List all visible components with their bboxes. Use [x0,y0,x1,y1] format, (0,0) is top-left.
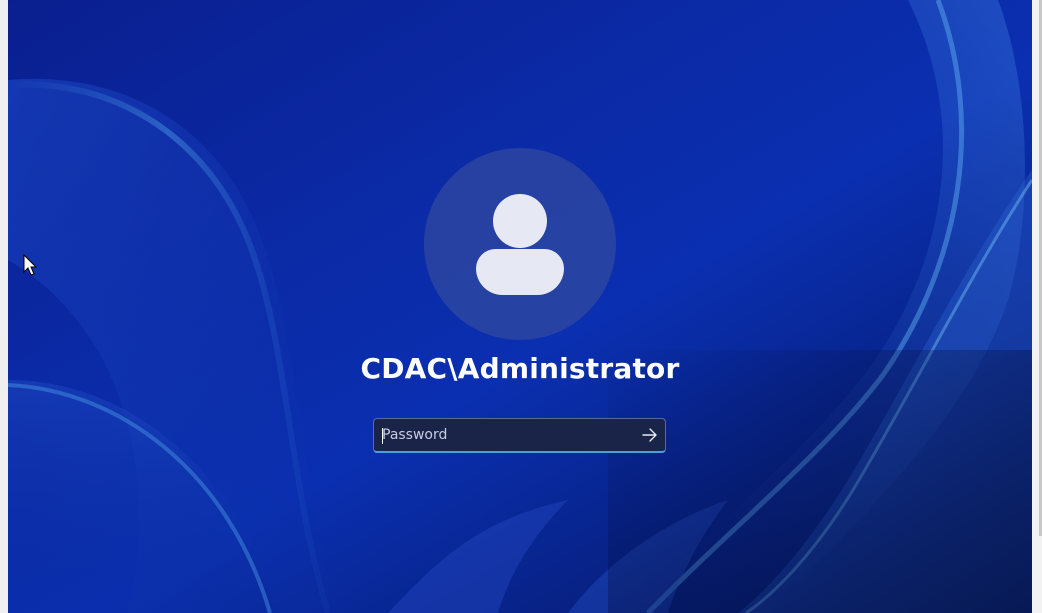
lock-screen: CDAC\Administrator [8,0,1032,613]
left-border [0,0,8,613]
submit-button[interactable] [638,423,662,447]
account-name: CDAC\Administrator [360,352,680,385]
user-avatar [424,148,616,340]
arrow-right-icon [642,428,657,442]
screen-frame: CDAC\Administrator [0,0,1042,613]
text-caret [382,428,383,444]
person-icon-head [493,194,547,248]
password-field[interactable] [373,418,666,453]
mouse-pointer-icon [23,254,37,276]
person-icon-body [476,249,564,295]
password-input[interactable] [382,419,627,451]
